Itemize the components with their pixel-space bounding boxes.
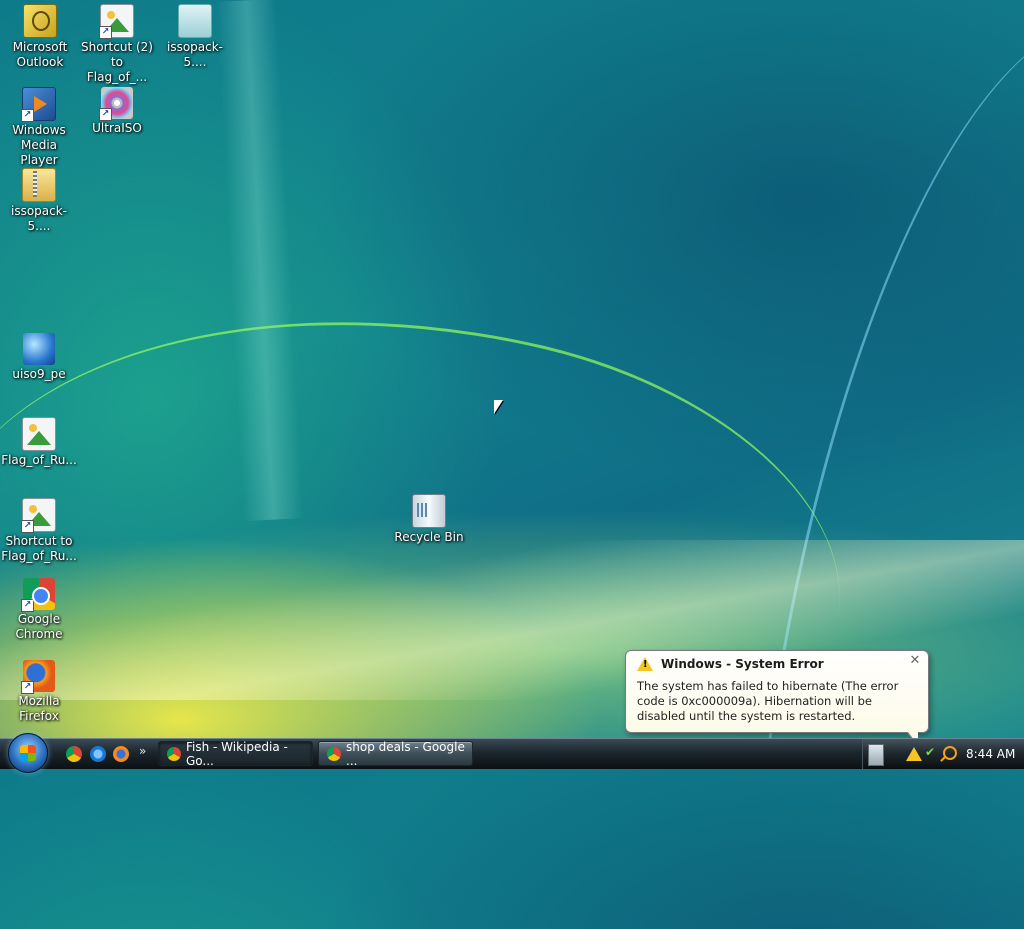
desktop-icon-issopack-zip[interactable]: issopack-5....	[1, 168, 77, 234]
taskbar-button-fish-wikipedia[interactable]: Fish - Wikipedia - Go...	[158, 739, 313, 768]
start-button[interactable]	[8, 733, 48, 773]
desktop-icon-label: Shortcut (2)	[81, 40, 153, 54]
desktop-icon-label: Flag_of_Ru...	[1, 549, 77, 563]
firefox-icon: ↗	[21, 660, 55, 694]
shortcut-arrow-icon: ↗	[99, 108, 112, 121]
mouse-cursor-icon	[494, 400, 503, 414]
image-shortcut-icon: ↗	[99, 4, 134, 39]
desktop-icon-issopack-file[interactable]: issopack-5....	[157, 4, 233, 70]
desktop-icon-label: to Flag_of_...	[86, 55, 148, 84]
balloon-title: Windows - System Error	[661, 657, 824, 671]
chrome-icon	[167, 746, 181, 761]
taskbar-button-label: Fish - Wikipedia - Go...	[186, 739, 288, 768]
warning-icon	[637, 657, 653, 671]
desktop-icon-ultraiso[interactable]: ↗ UltraISO	[79, 87, 155, 136]
desktop-icon-label: Media Player	[20, 138, 58, 167]
quick-launch-firefox-icon[interactable]	[113, 746, 129, 762]
search-icon[interactable]	[943, 746, 957, 760]
taskbar: » Fish - Wikipedia - Go... shop deals - …	[0, 733, 1024, 773]
globe-installer-icon	[23, 333, 55, 365]
desktop-icon-flag-of-ru[interactable]: Flag_of_Ru...	[1, 417, 77, 468]
chrome-icon	[327, 746, 341, 761]
desktop-icon-label: Microsoft	[12, 40, 68, 54]
system-error-balloon[interactable]: Windows - System Error ✕ The system has …	[625, 650, 929, 747]
system-tray: 8:44 AM	[862, 739, 1024, 769]
shortcut-arrow-icon: ↗	[21, 109, 34, 122]
quick-launch-chrome-icon[interactable]	[66, 746, 82, 762]
taskbar-clock[interactable]: 8:44 AM	[966, 747, 1015, 761]
wallpaper-curve	[0, 230, 881, 929]
media-player-icon: ↗	[21, 87, 56, 122]
file-icon	[178, 4, 212, 38]
desktop-icon-google-chrome[interactable]: ↗ Google Chrome	[1, 578, 77, 642]
desktop-icon-label: issopack-5....	[166, 40, 224, 69]
desktop-icon-shortcut-2-flag[interactable]: ↗ Shortcut (2) to Flag_of_...	[79, 4, 155, 85]
desktop-icon-windows-media-player[interactable]: ↗ Windows Media Player	[1, 87, 77, 168]
shortcut-arrow-icon: ↗	[21, 520, 34, 533]
desktop-icon-label: Google	[17, 612, 61, 626]
desktop-icon-label: Outlook	[16, 55, 64, 69]
shortcut-arrow-icon: ↗	[21, 681, 34, 694]
zip-folder-icon	[22, 168, 56, 202]
shortcut-arrow-icon: ↗	[21, 599, 34, 612]
taskbar-button-label: shop deals - Google ...	[346, 739, 465, 768]
keyboard-language-icon[interactable]	[868, 744, 884, 766]
desktop-icon-shortcut-flag-of-ru[interactable]: ↗ Shortcut to Flag_of_Ru...	[1, 498, 77, 564]
disc-icon: ↗	[99, 87, 133, 121]
desktop-icon-label: issopack-5....	[10, 204, 68, 233]
close-icon[interactable]: ✕	[908, 654, 922, 668]
recycle-bin-icon	[412, 494, 446, 528]
quick-launch-more-button[interactable]: »	[139, 744, 146, 758]
desktop-icon-label: Flag_of_Ru...	[1, 453, 77, 467]
network-status-icon[interactable]	[925, 745, 937, 760]
desktop-icon-uiso9-pe[interactable]: uiso9_pe	[1, 333, 77, 382]
balloon-header: Windows - System Error	[637, 657, 824, 671]
desktop-icon-outlook[interactable]: Microsoft Outlook	[2, 4, 78, 70]
image-icon	[22, 417, 56, 451]
desktop-icon-label: Chrome	[15, 627, 63, 641]
desktop-icon-label: Recycle Bin	[394, 530, 464, 544]
desktop-icon-label: Mozilla	[18, 694, 60, 708]
image-shortcut-icon: ↗	[21, 498, 56, 533]
desktop-icon-label: UltraISO	[92, 121, 142, 135]
wallpaper-streak	[216, 0, 304, 522]
desktop-icon-mozilla-firefox[interactable]: ↗ Mozilla Firefox	[1, 660, 77, 724]
desktop-icon-recycle-bin[interactable]: Recycle Bin	[391, 494, 467, 545]
desktop-icon-label: Firefox	[19, 709, 59, 723]
outlook-icon	[23, 4, 57, 38]
chrome-icon: ↗	[21, 578, 55, 612]
desktop-icon-label: uiso9_pe	[12, 367, 66, 381]
tray-warning-icon[interactable]	[906, 747, 922, 761]
desktop-icon-label: Shortcut to	[5, 534, 73, 548]
quick-launch-internet-explorer-icon[interactable]	[90, 746, 106, 762]
taskbar-button-shop-deals[interactable]: shop deals - Google ...	[318, 739, 473, 768]
shortcut-arrow-icon: ↗	[99, 26, 112, 39]
balloon-message: The system has failed to hibernate (The …	[637, 679, 899, 723]
desktop-icon-label: Windows	[12, 123, 66, 137]
